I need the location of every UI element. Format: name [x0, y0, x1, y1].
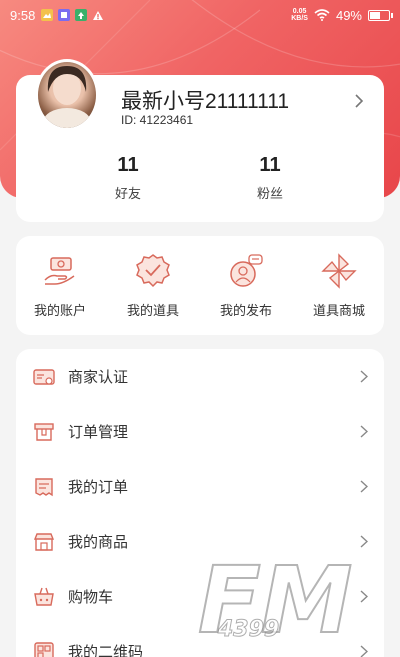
badge-check-icon [136, 254, 170, 288]
tool-label: 我的道具 [126, 303, 179, 318]
id-card-icon [33, 368, 55, 385]
menu-item-label: 商家认证 [68, 369, 129, 386]
tool-my-items[interactable]: 我的道具 [113, 252, 193, 319]
qrcode-icon [34, 641, 54, 657]
shop-icon [33, 532, 55, 551]
tool-label: 我的发布 [219, 303, 272, 318]
chevron-right-icon [360, 370, 368, 383]
wifi-icon [314, 9, 330, 21]
app-notification-icon [58, 9, 71, 21]
user-id: ID: 41223461 [121, 113, 194, 127]
receipt-icon [35, 477, 53, 496]
tool-item-mall[interactable]: 道具商城 [299, 252, 379, 319]
chevron-right-icon[interactable] [354, 93, 364, 109]
hand-money-icon [44, 257, 75, 285]
tool-label: 我的账户 [33, 303, 86, 318]
status-bar: 9:58 0.05 KB/S 49% [0, 0, 400, 30]
network-speed: 0.05 KB/S [291, 8, 308, 22]
menu-item-my-orders[interactable]: 我的订单 [16, 459, 384, 514]
person-chat-icon [230, 254, 263, 287]
friends-stat[interactable]: 11 好友 [78, 154, 178, 202]
watermark-subtext: 4399 [217, 617, 279, 642]
tool-my-account[interactable]: 我的账户 [20, 252, 100, 319]
fans-count: 11 [259, 154, 281, 176]
order-box-icon [34, 422, 54, 441]
tool-label: 道具商城 [312, 303, 365, 318]
friends-count: 11 [117, 154, 139, 176]
watermark-logo: FM 4399 [197, 546, 353, 650]
menu-item-label: 订单管理 [68, 424, 129, 441]
friends-label: 好友 [114, 186, 141, 201]
menu-item-label: 我的订单 [68, 479, 129, 496]
quick-tools-card: 我的账户 我的道具 我的发布 道具商城 [16, 236, 384, 335]
menu-item-order-management[interactable]: 订单管理 [16, 404, 384, 459]
menu-item-label: 购物车 [68, 589, 114, 606]
battery-percent: 49% [335, 7, 362, 23]
fans-label: 粉丝 [256, 186, 283, 201]
warning-icon [92, 9, 104, 21]
menu-item-label: 我的商品 [68, 534, 129, 551]
battery-icon [368, 9, 393, 21]
profile-card[interactable]: 最新小号21111111 ID: 41223461 11 好友 11 粉丝 [16, 59, 384, 222]
menu-item-label: 我的二维码 [68, 644, 144, 657]
battery-fill [370, 11, 380, 19]
chevron-right-icon [360, 480, 368, 493]
pinwheel-icon [321, 253, 357, 289]
cart-icon [34, 587, 54, 606]
username: 最新小号21111111 [121, 90, 290, 113]
network-speed-unit: KB/S [291, 15, 308, 22]
status-time: 9:58 [10, 7, 36, 23]
chevron-right-icon [360, 425, 368, 438]
avatar-photo [43, 66, 91, 128]
tool-my-posts[interactable]: 我的发布 [206, 252, 286, 319]
gallery-notification-icon [41, 9, 54, 21]
upload-notification-icon [75, 9, 88, 21]
network-speed-value: 0.05 [292, 8, 307, 15]
menu-item-merchant-verify[interactable]: 商家认证 [16, 349, 384, 404]
avatar[interactable] [35, 59, 99, 131]
fans-stat[interactable]: 11 粉丝 [220, 154, 320, 202]
